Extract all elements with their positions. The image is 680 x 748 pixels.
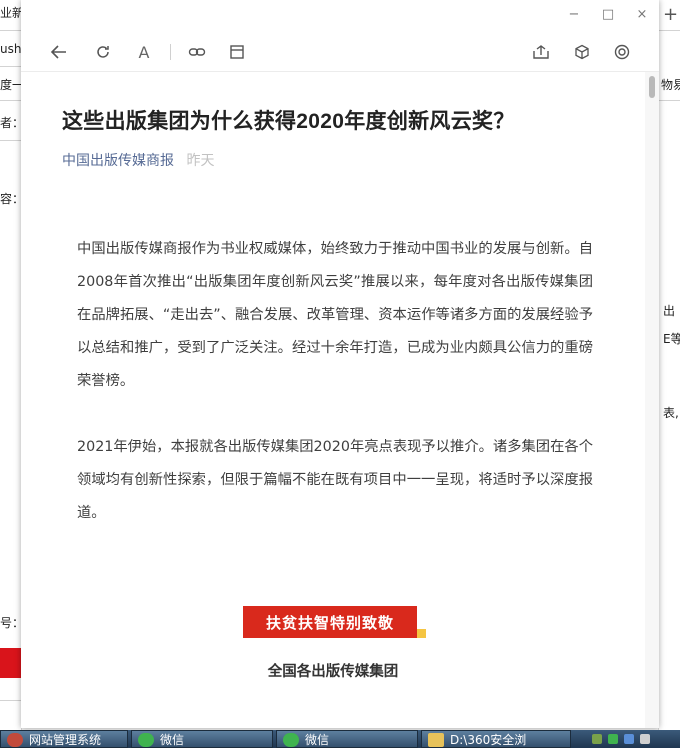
divider [659,30,680,31]
taskbar-item-label: D:\360安全浏 [450,732,527,747]
taskbar-item-label: 微信 [305,732,330,747]
add-tab-icon[interactable]: + [663,4,678,25]
bg-red-button[interactable] [0,648,21,678]
divider [0,700,21,701]
folder-icon [428,733,444,747]
bg-left-text: 业新 [0,6,22,20]
toolbar-separator [170,44,171,60]
app-icon [7,733,23,747]
reader-toolbar: A [21,32,659,72]
open-in-browser-icon[interactable] [227,42,247,62]
bg-right-text: 物易 [661,78,680,92]
share-icon[interactable] [531,42,551,62]
scrollbar-thumb[interactable] [649,76,655,98]
bg-right-text: 出 [663,304,676,318]
bg-left-text: 度一 [0,78,22,92]
tray-network-icon[interactable] [624,734,634,744]
background-right-panel: + 物易 出 E等 表, [658,0,680,730]
bg-right-text: E等 [663,332,680,346]
taskbar-item[interactable]: D:\360安全浏 [421,730,571,748]
mini-program-icon[interactable] [572,42,592,62]
taskbar-item[interactable]: 微信 [276,730,418,748]
bg-left-text: 者： [0,116,22,130]
bg-left-text: ush [0,42,22,56]
divider [0,30,21,31]
background-left-panel: 业新 ush 度一 者： 容： 号： [0,0,22,730]
taskbar-item-label: 微信 [160,732,185,747]
divider [0,140,21,141]
article-content: 这些出版集团为什么获得2020年度创新风云奖？ 中国出版传媒商报 昨天 中国出版… [21,72,645,728]
maximize-button[interactable]: □ [591,0,625,28]
section-subtitle: 全国各出版传媒集团 [267,664,399,680]
taskbar-item[interactable]: 网站管理系统 [0,730,128,748]
back-arrow-icon[interactable] [49,42,69,62]
bg-left-text: 号： [0,616,22,630]
taskbar-item[interactable]: 微信 [131,730,273,748]
wechat-icon [283,733,299,747]
vertical-scrollbar[interactable] [645,72,659,728]
more-options-icon[interactable] [612,42,632,62]
tray-wechat-icon[interactable] [608,734,618,744]
publish-date: 昨天 [186,153,215,169]
refresh-icon[interactable] [93,42,113,62]
article-title: 这些出版集团为什么获得2020年度创新风云奖？ [62,110,515,133]
section-banner: 扶贫扶智特别致敬 [243,606,417,638]
taskbar: 网站管理系统 微信 微信 D:\360安全浏 [0,730,680,748]
tray-battery-icon[interactable] [592,734,602,744]
tray-volume-icon[interactable] [640,734,650,744]
window-controls: − □ × [557,0,659,28]
banner-accent [417,629,426,638]
taskbar-item-label: 网站管理系统 [29,732,102,747]
divider [0,66,21,67]
close-button[interactable]: × [625,0,659,28]
system-tray [584,730,680,748]
article-reader-window: − □ × A 这些出版集团为什么获得2020年度创新风云奖？ 中国出版传媒商报… [21,0,659,728]
minimize-button[interactable]: − [557,0,591,28]
article-meta: 中国出版传媒商报 昨天 [62,150,214,170]
bg-left-text: 容： [0,192,22,206]
copy-link-icon[interactable] [187,42,207,62]
font-size-icon[interactable]: A [134,42,154,62]
divider [0,100,21,101]
article-paragraph: 2021年伊始，本报就各出版传媒集团2020年亮点表现予以推介。诸多集团在各个领… [77,439,593,521]
wechat-icon [138,733,154,747]
article-paragraph: 中国出版传媒商报作为书业权威媒体，始终致力于推动中国书业的发展与创新。自2008… [77,241,593,389]
source-account-link[interactable]: 中国出版传媒商报 [62,153,174,169]
divider [659,100,680,101]
bg-right-text: 表, [663,406,679,420]
